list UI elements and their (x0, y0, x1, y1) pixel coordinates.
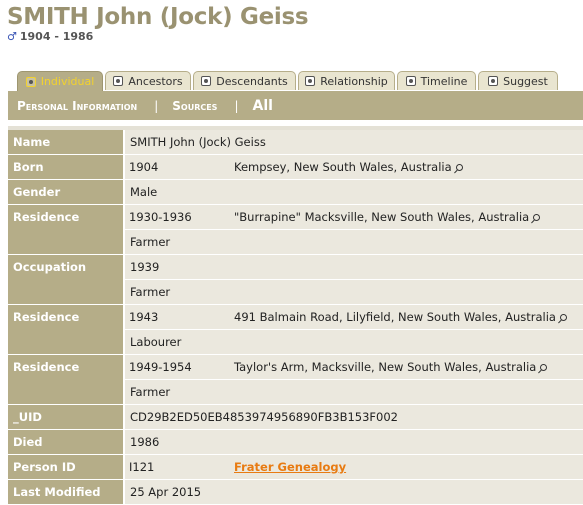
fact-label: Born (8, 155, 125, 180)
table-row: Gender Male (8, 180, 583, 205)
place-text: 491 Balmain Road, Lilyfield, New South W… (234, 310, 556, 324)
fact-label: _UID (8, 405, 125, 430)
fact-place: Taylor's Arm, Macksville, New South Wale… (229, 355, 583, 380)
fact-date: 1930-1936 (125, 205, 229, 230)
magnifier-icon[interactable] (559, 314, 567, 321)
fact-label: Residence (8, 305, 125, 355)
all-link[interactable]: All (253, 98, 273, 114)
male-icon: ♂ (7, 30, 17, 43)
fact-date: 1904 (125, 155, 229, 180)
fact-note: Farmer (125, 380, 583, 405)
tab-individual[interactable]: Individual (17, 71, 103, 91)
sources-link[interactable]: Sources (172, 99, 217, 113)
tab-label: Suggest (503, 74, 548, 88)
table-row: Person ID I121 Frater Genealogy (8, 455, 583, 480)
fact-place: "Burrapine" Macksville, New South Wales,… (229, 205, 583, 230)
lifespan-dates: 1904 - 1986 (19, 30, 94, 43)
tab-timeline[interactable]: Timeline (397, 71, 476, 90)
table-row: _UID CD29B2ED50EB4853974956890FB3B153F00… (8, 405, 583, 430)
table-row: Name SMITH John (Jock) Geiss (8, 130, 583, 155)
tab-label: Individual (40, 75, 95, 88)
tab-suggest[interactable]: Suggest (478, 71, 558, 90)
table-row: Last Modified 25 Apr 2015 (8, 480, 583, 505)
fact-label: Gender (8, 180, 125, 205)
fact-value: SMITH John (Jock) Geiss (125, 130, 583, 155)
tab-label: Timeline (420, 74, 468, 88)
sub-navigation: Personal Information | Sources | All (8, 91, 583, 120)
fact-date: 1943 (125, 305, 229, 330)
fact-value: CD29B2ED50EB4853974956890FB3B153F002 (125, 405, 583, 430)
place-text: Taylor's Arm, Macksville, New South Wale… (234, 360, 537, 374)
fact-label: Died (8, 430, 125, 455)
tab-label: Descendants (216, 74, 288, 88)
fact-label: Person ID (8, 455, 125, 480)
table-row: Occupation 1939 (8, 255, 583, 305)
magnifier-icon[interactable] (540, 364, 548, 371)
fact-place: Kempsey, New South Wales, Australia (229, 155, 583, 180)
fact-value: Male (125, 180, 583, 205)
place-text: "Burrapine" Macksville, New South Wales,… (234, 210, 530, 224)
fact-value: 1986 (125, 430, 583, 455)
facts-table: Name SMITH John (Jock) Geiss Born 1904 K… (8, 130, 583, 505)
fact-note: Labourer (125, 330, 583, 355)
tab-ancestors[interactable]: Ancestors (105, 71, 191, 90)
fact-label: Occupation (8, 255, 125, 305)
tab-label: Ancestors (128, 74, 183, 88)
fact-date: 1949-1954 (125, 355, 229, 380)
table-row: Residence 1949-1954 Taylor's Arm, Macksv… (8, 355, 583, 405)
timeline-icon (405, 76, 416, 86)
tab-label: Relationship (320, 74, 388, 88)
ancestors-icon (113, 76, 124, 86)
table-row: Died 1986 (8, 430, 583, 455)
suggest-icon (488, 76, 499, 86)
separator: | (154, 98, 159, 113)
table-row: Residence 1930-1936 "Burrapine" Macksvil… (8, 205, 583, 255)
place-text: Kempsey, New South Wales, Australia (234, 160, 452, 174)
fact-value: 25 Apr 2015 (125, 480, 583, 505)
tree-cell: Frater Genealogy (229, 455, 583, 480)
fact-note: Farmer (125, 230, 583, 255)
separator: | (234, 98, 239, 113)
fact-label: Name (8, 130, 125, 155)
individual-icon (25, 76, 36, 87)
tree-link[interactable]: Frater Genealogy (234, 460, 346, 474)
fact-date: 1939 (125, 255, 583, 280)
fact-label: Residence (8, 355, 125, 405)
descendants-icon (201, 76, 212, 86)
lifespan: ♂ 1904 - 1986 (7, 30, 93, 43)
fact-value: I121 (125, 455, 229, 480)
table-row: Born 1904 Kempsey, New South Wales, Aust… (8, 155, 583, 180)
fact-label: Last Modified (8, 480, 125, 505)
page-title: SMITH John (Jock) Geiss (7, 4, 309, 30)
fact-label: Residence (8, 205, 125, 255)
magnifier-icon[interactable] (455, 164, 463, 171)
magnifier-icon[interactable] (533, 214, 541, 221)
tab-relationship[interactable]: Relationship (298, 71, 395, 90)
relationship-icon (305, 76, 316, 86)
fact-note: Farmer (125, 280, 583, 305)
personal-information-link[interactable]: Personal Information (17, 99, 137, 113)
tab-descendants[interactable]: Descendants (193, 71, 296, 90)
table-row: Residence 1943 491 Balmain Road, Lilyfie… (8, 305, 583, 355)
fact-place: 491 Balmain Road, Lilyfield, New South W… (229, 305, 583, 330)
